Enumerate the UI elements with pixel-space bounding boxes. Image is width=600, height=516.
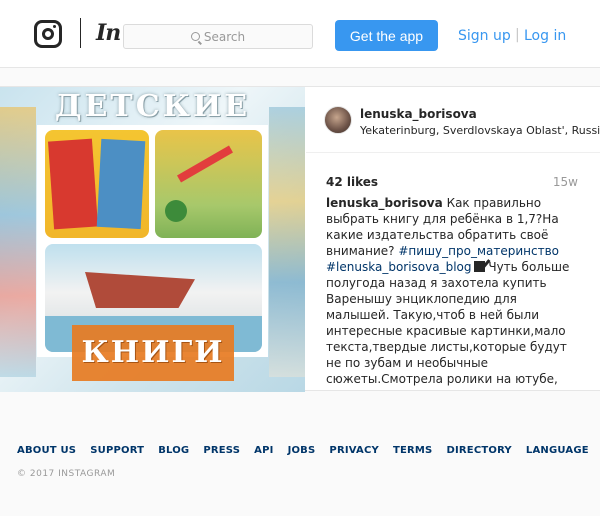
auth-separator: | <box>515 27 520 43</box>
search-icon <box>190 32 200 41</box>
photo-blur-right <box>269 107 305 377</box>
log-in-link[interactable]: Log in <box>524 28 566 44</box>
instagram-wordmark-logo[interactable]: In <box>96 20 121 46</box>
post-photo[interactable]: ДЕТСКИЕ КНИГИ <box>0 87 305 392</box>
collage-book-covers <box>45 130 149 238</box>
post-side-panel: lenuska_borisova Yekaterinburg, Sverdlov… <box>306 87 600 409</box>
photo-title-top: ДЕТСКИЕ <box>54 89 251 124</box>
post-caption: lenuska_borisova Как правильно выбрать к… <box>326 195 582 409</box>
instagram-camera-icon[interactable] <box>34 20 62 48</box>
photo-blur-left <box>0 107 36 377</box>
caption-hashtag[interactable]: #lenuska_borisova_blog <box>326 260 472 274</box>
logo-divider <box>80 18 81 48</box>
post-time-ago[interactable]: 15w <box>553 175 578 189</box>
book-cover-blue <box>96 138 146 230</box>
footer-link-press[interactable]: PRESS <box>203 445 240 456</box>
footer-link-terms[interactable]: TERMS <box>393 445 433 456</box>
footer-link-blog[interactable]: BLOG <box>158 445 189 456</box>
sign-up-link[interactable]: Sign up <box>458 28 511 44</box>
search-input[interactable]: Search <box>123 24 313 49</box>
collage-playground-page <box>155 130 262 238</box>
post-header: lenuska_borisova Yekaterinburg, Sverdlov… <box>306 87 600 153</box>
caption-hashtag[interactable]: #пишу_про_материнство <box>398 244 559 258</box>
post-card: ДЕТСКИЕ КНИГИ lenuska_borisova Yekaterin… <box>0 86 600 409</box>
caption-username[interactable]: lenuska_borisova <box>326 196 443 210</box>
photo-title-bottom: КНИГИ <box>81 335 225 370</box>
footer-links: ABOUT US SUPPORT BLOG PRESS API JOBS PRI… <box>17 445 589 456</box>
footer-link-language[interactable]: LANGUAGE <box>526 445 589 456</box>
footer: ABOUT US SUPPORT BLOG PRESS API JOBS PRI… <box>0 392 600 516</box>
footer-link-support[interactable]: SUPPORT <box>90 445 144 456</box>
search-placeholder: Search <box>203 29 246 44</box>
spread-ship <box>85 272 195 308</box>
post-location[interactable]: Yekaterinburg, Sverdlovskaya Oblast', Ru… <box>360 124 600 137</box>
footer-link-privacy[interactable]: PRIVACY <box>329 445 379 456</box>
get-the-app-button[interactable]: Get the app <box>335 20 438 51</box>
footer-link-jobs[interactable]: JOBS <box>288 445 316 456</box>
post-username[interactable]: lenuska_borisova <box>360 107 477 121</box>
playground-tree <box>165 200 187 222</box>
book-cover-red <box>47 138 99 230</box>
playground-slide <box>177 145 233 183</box>
copyright-text: © 2017 INSTAGRAM <box>17 469 116 479</box>
photo-collage-frame <box>37 125 268 357</box>
footer-link-about-us[interactable]: ABOUT US <box>17 445 76 456</box>
top-nav: In Search Get the app Sign up | Log in <box>0 0 600 68</box>
memo-icon <box>473 261 485 272</box>
caption-text-body: Чуть больше полугода назад я захотела ку… <box>326 260 578 409</box>
avatar[interactable] <box>324 106 352 134</box>
footer-link-api[interactable]: API <box>254 445 273 456</box>
likes-count[interactable]: 42 likes <box>326 175 378 189</box>
footer-link-directory[interactable]: DIRECTORY <box>446 445 511 456</box>
